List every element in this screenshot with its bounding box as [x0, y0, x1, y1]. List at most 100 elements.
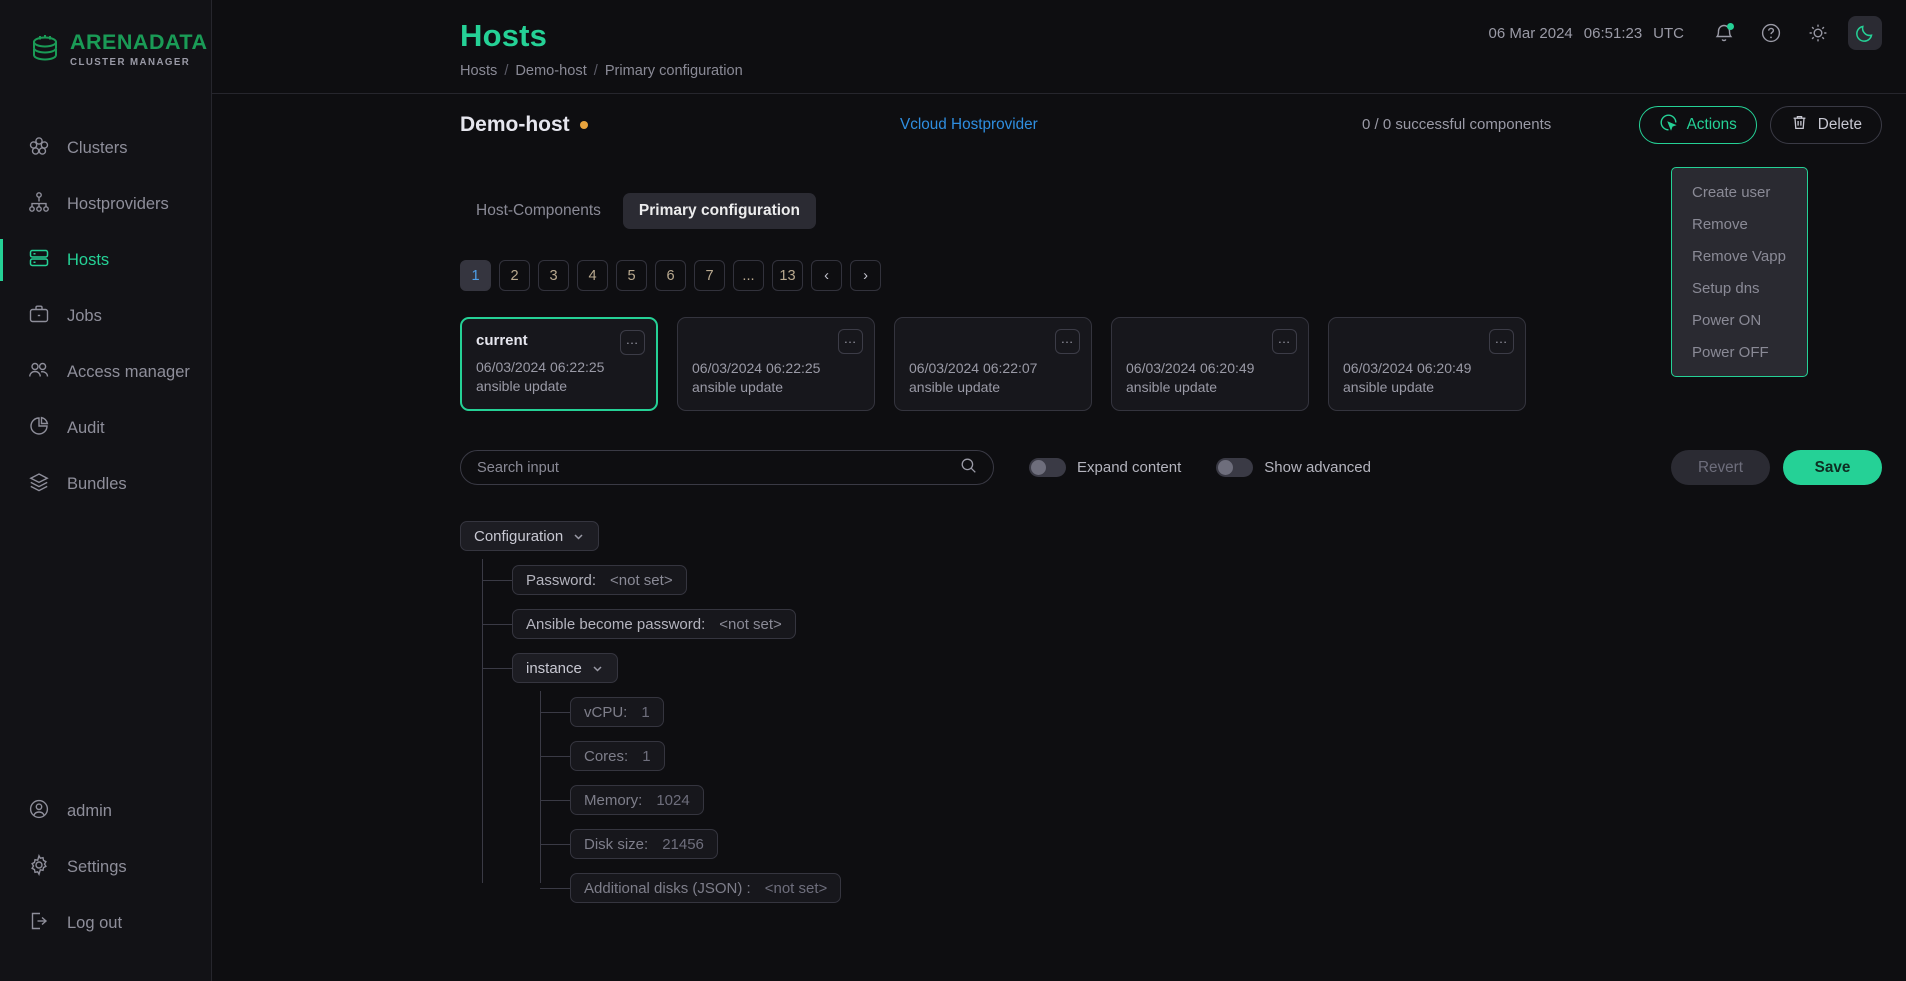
- content-area: Host-Components Primary configuration 1 …: [212, 193, 1906, 903]
- field-value: 1: [642, 747, 651, 765]
- breadcrumb-item-demo-host[interactable]: Demo-host: [515, 63, 586, 79]
- brand-logo[interactable]: ARENADATA CLUSTER MANAGER: [0, 0, 211, 78]
- field-password[interactable]: Password: <not set>: [512, 565, 687, 595]
- sidebar-item-hostproviders[interactable]: Hostproviders: [0, 176, 211, 232]
- notifications-button[interactable]: [1707, 16, 1741, 50]
- toggle-knob: [1218, 460, 1234, 475]
- sidebar-item-hosts[interactable]: Hosts: [0, 232, 211, 288]
- field-value: <not set>: [719, 615, 782, 633]
- breadcrumb-item-hosts[interactable]: Hosts: [460, 63, 497, 79]
- menu-item-power-on[interactable]: Power ON: [1672, 304, 1807, 336]
- config-version-card[interactable]: … 06/03/2024 06:22:07 ansible update: [894, 317, 1092, 411]
- config-group-configuration[interactable]: Configuration: [460, 521, 600, 551]
- field-vcpu[interactable]: vCPU: 1: [570, 697, 664, 727]
- brand-tagline: CLUSTER MANAGER: [70, 56, 191, 68]
- tree-item: Password: <not set>: [482, 565, 1906, 595]
- topbar: Hosts Hosts / Demo-host / Primary config…: [212, 0, 1906, 93]
- components-status: 0 / 0 successful components: [1362, 116, 1552, 133]
- page-next-button[interactable]: ›: [850, 260, 881, 291]
- config-version-card[interactable]: … 06/03/2024 06:20:49 ansible update: [1111, 317, 1309, 411]
- logout-icon: [28, 910, 50, 937]
- config-version-card[interactable]: … 06/03/2024 06:22:25 ansible update: [677, 317, 875, 411]
- page-button-2[interactable]: 2: [499, 260, 530, 291]
- page-button-13[interactable]: 13: [772, 260, 803, 291]
- tree-item: instance vCPU: 1 Cores: 1 Memory: 1024 D…: [482, 653, 1906, 903]
- sidebar-item-logout[interactable]: Log out: [0, 895, 211, 951]
- light-theme-button[interactable]: [1801, 16, 1835, 50]
- sidebar-item-access-manager[interactable]: Access manager: [0, 344, 211, 400]
- sidebar-item-label: Clusters: [67, 138, 128, 157]
- field-cores[interactable]: Cores: 1: [570, 741, 665, 771]
- page-button-7[interactable]: 7: [694, 260, 725, 291]
- field-ansible-become-password[interactable]: Ansible become password: <not set>: [512, 609, 796, 639]
- expand-content-toggle[interactable]: [1029, 458, 1066, 477]
- page-ellipsis[interactable]: ...: [733, 260, 764, 291]
- sidebar-item-label: Bundles: [67, 474, 127, 493]
- help-button[interactable]: [1754, 16, 1788, 50]
- delete-button-label: Delete: [1817, 115, 1862, 133]
- bundles-layers-icon: [28, 471, 50, 498]
- version-description: ansible update: [1343, 379, 1435, 396]
- search-box[interactable]: [460, 450, 994, 485]
- clusters-icon: [28, 135, 50, 162]
- tree-item: Cores: 1: [540, 741, 1906, 771]
- sidebar-item-label: Audit: [67, 418, 105, 437]
- version-menu-button[interactable]: …: [838, 329, 863, 354]
- sidebar-item-label: Jobs: [67, 306, 102, 325]
- field-label: Memory:: [584, 791, 643, 809]
- hostprovider-link[interactable]: Vcloud Hostprovider: [900, 116, 1038, 134]
- page-button-6[interactable]: 6: [655, 260, 686, 291]
- field-memory[interactable]: Memory: 1024: [570, 785, 704, 815]
- config-version-card[interactable]: current … 06/03/2024 06:22:25 ansible up…: [460, 317, 658, 411]
- user-circle-icon: [28, 798, 50, 825]
- menu-item-setup-dns[interactable]: Setup dns: [1672, 272, 1807, 304]
- sidebar-item-label: admin: [67, 801, 112, 820]
- field-disk-size[interactable]: Disk size: 21456: [570, 829, 718, 859]
- sidebar-item-label: Access manager: [67, 362, 190, 381]
- sidebar-item-audit[interactable]: Audit: [0, 400, 211, 456]
- save-button[interactable]: Save: [1783, 450, 1882, 485]
- tree-item: Memory: 1024: [540, 785, 1906, 815]
- version-menu-button[interactable]: …: [620, 330, 645, 355]
- chevron-down-icon: [572, 530, 585, 543]
- page-button-4[interactable]: 4: [577, 260, 608, 291]
- dark-theme-button[interactable]: [1848, 16, 1882, 50]
- sidebar-item-settings[interactable]: Settings: [0, 839, 211, 895]
- menu-item-create-user[interactable]: Create user: [1672, 176, 1807, 208]
- sidebar-item-clusters[interactable]: Clusters: [0, 120, 211, 176]
- delete-button[interactable]: Delete: [1769, 105, 1882, 144]
- search-input[interactable]: [477, 459, 960, 476]
- breadcrumb-item-primary-configuration[interactable]: Primary configuration: [605, 63, 743, 79]
- notification-badge: [1727, 23, 1734, 30]
- tree-children-level-2: vCPU: 1 Cores: 1 Memory: 1024 Disk size:…: [540, 691, 1906, 903]
- field-additional-disks[interactable]: Additional disks (JSON) : <not set>: [570, 873, 842, 903]
- version-description: ansible update: [909, 379, 1001, 396]
- tab-host-components[interactable]: Host-Components: [460, 193, 617, 229]
- actions-button[interactable]: Actions: [1638, 105, 1757, 144]
- menu-item-remove[interactable]: Remove: [1672, 208, 1807, 240]
- sidebar-item-jobs[interactable]: Jobs: [0, 288, 211, 344]
- app-root: ARENADATA CLUSTER MANAGER Clusters Hostp…: [0, 0, 1906, 981]
- version-menu-button[interactable]: …: [1489, 329, 1514, 354]
- page-button-5[interactable]: 5: [616, 260, 647, 291]
- revert-button[interactable]: Revert: [1671, 450, 1770, 485]
- config-group-instance[interactable]: instance: [512, 653, 618, 683]
- sidebar-item-admin[interactable]: admin: [0, 783, 211, 839]
- jobs-briefcase-icon: [28, 303, 50, 330]
- config-version-card[interactable]: … 06/03/2024 06:20:49 ansible update: [1328, 317, 1526, 411]
- tab-primary-configuration[interactable]: Primary configuration: [622, 193, 816, 229]
- field-label: Ansible become password:: [526, 615, 706, 633]
- sidebar-item-bundles[interactable]: Bundles: [0, 456, 211, 512]
- show-advanced-toggle[interactable]: [1216, 458, 1254, 477]
- menu-item-remove-vapp[interactable]: Remove Vapp: [1672, 240, 1807, 272]
- page-prev-button[interactable]: ‹: [811, 260, 842, 291]
- version-menu-button[interactable]: …: [1272, 329, 1297, 354]
- tree-root-node: Configuration Password: <not set> Ansibl…: [460, 521, 1906, 903]
- page-button-1[interactable]: 1: [460, 260, 491, 291]
- version-date: 06/03/2024 06:20:49: [1343, 360, 1472, 377]
- tree-children-level-1: Password: <not set> Ansible become passw…: [482, 559, 1906, 903]
- menu-item-power-off[interactable]: Power OFF: [1672, 336, 1807, 368]
- version-menu-button[interactable]: …: [1055, 329, 1080, 354]
- main-area: Hosts Hosts / Demo-host / Primary config…: [212, 0, 1906, 981]
- page-button-3[interactable]: 3: [538, 260, 569, 291]
